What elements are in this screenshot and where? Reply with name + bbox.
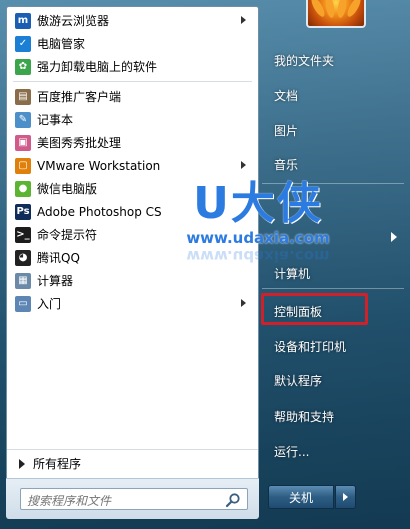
shutdown-options-button[interactable] bbox=[335, 485, 356, 509]
program-label: Adobe Photoshop CS bbox=[37, 204, 162, 219]
watermark-url: www.udaxia.com bbox=[186, 229, 330, 247]
submenu-arrow-icon bbox=[241, 299, 246, 307]
program-item[interactable]: ▦ 计算器 bbox=[7, 269, 258, 292]
cmd-icon: >_ bbox=[15, 226, 31, 243]
program-item[interactable]: ▣ 美图秀秀批处理 bbox=[7, 131, 258, 154]
program-item[interactable]: ✿ 强力卸载电脑上的软件 bbox=[7, 55, 258, 78]
right-item-help-support[interactable]: 帮助和支持 bbox=[268, 401, 400, 431]
right-item-my-folder[interactable]: 我的文件夹 bbox=[268, 45, 400, 75]
all-programs-button[interactable]: 所有程序 bbox=[7, 449, 258, 477]
program-label: VMware Workstation bbox=[37, 158, 161, 173]
search-icon[interactable] bbox=[225, 492, 241, 508]
program-list-separator bbox=[13, 81, 252, 82]
uninstall-icon: ✿ bbox=[15, 58, 31, 75]
qq-icon: ◕ bbox=[15, 249, 31, 266]
shutdown-button[interactable]: 关机 bbox=[268, 485, 334, 509]
right-item-music[interactable]: 音乐 bbox=[268, 149, 400, 179]
program-item[interactable]: ▤ 百度推广客户端 bbox=[7, 85, 258, 108]
right-item-default-programs[interactable]: 默认程序 bbox=[268, 365, 400, 395]
program-label: 记事本 bbox=[37, 113, 74, 127]
right-item-pictures[interactable]: 图片 bbox=[268, 115, 400, 145]
program-label: 傲游云浏览器 bbox=[37, 14, 110, 28]
program-item[interactable]: ▢ VMware Workstation bbox=[7, 154, 258, 177]
program-label: 命令提示符 bbox=[37, 228, 98, 242]
chevron-right-icon bbox=[343, 493, 348, 501]
program-label: 美图秀秀批处理 bbox=[37, 136, 122, 150]
baidu-client-icon: ▤ bbox=[15, 88, 31, 105]
program-item[interactable]: m 傲游云浏览器 bbox=[7, 9, 258, 32]
games-submenu-arrow-icon[interactable] bbox=[391, 232, 397, 242]
program-label: 微信电脑版 bbox=[37, 182, 98, 196]
right-item-documents[interactable]: 文档 bbox=[268, 80, 400, 110]
program-label: 百度推广客户端 bbox=[37, 90, 122, 104]
photoshop-icon: Ps bbox=[15, 203, 31, 220]
search-input[interactable] bbox=[20, 488, 248, 510]
getting-started-icon: ▭ bbox=[15, 295, 31, 312]
notepad-icon: ✎ bbox=[15, 111, 31, 128]
user-avatar[interactable] bbox=[306, 0, 366, 28]
submenu-arrow-icon bbox=[241, 16, 246, 24]
search-area bbox=[6, 478, 259, 519]
program-item[interactable]: ▭ 入门 bbox=[7, 292, 258, 315]
watermark-logo: U大侠 bbox=[193, 178, 323, 229]
shield-icon: ✓ bbox=[15, 35, 31, 52]
program-label: 入门 bbox=[37, 297, 62, 311]
program-label: 强力卸载电脑上的软件 bbox=[37, 60, 158, 74]
maxthon-icon: m bbox=[15, 12, 31, 29]
right-item-devices-printers[interactable]: 设备和打印机 bbox=[268, 331, 400, 361]
calculator-icon: ▦ bbox=[15, 272, 31, 289]
program-item[interactable]: ✎ 记事本 bbox=[7, 108, 258, 131]
wechat-icon: ● bbox=[15, 180, 31, 197]
program-label: 腾讯QQ bbox=[37, 251, 80, 265]
watermark-reflection: www.udaxia.com bbox=[186, 247, 330, 265]
places-separator bbox=[262, 288, 404, 289]
right-item-run[interactable]: 运行... bbox=[268, 436, 400, 466]
vmware-icon: ▢ bbox=[15, 157, 31, 174]
all-programs-label: 所有程序 bbox=[33, 457, 82, 471]
meitu-icon: ▣ bbox=[15, 134, 31, 151]
control-panel-highlight-box bbox=[261, 293, 368, 325]
expand-arrow-icon bbox=[19, 458, 25, 469]
submenu-arrow-icon bbox=[241, 161, 246, 169]
program-label: 电脑管家 bbox=[37, 37, 86, 51]
watermark: U大侠 www.udaxia.com www.udaxia.com bbox=[178, 180, 338, 270]
program-item[interactable]: ✓ 电脑管家 bbox=[7, 32, 258, 55]
program-label: 计算器 bbox=[37, 274, 74, 288]
